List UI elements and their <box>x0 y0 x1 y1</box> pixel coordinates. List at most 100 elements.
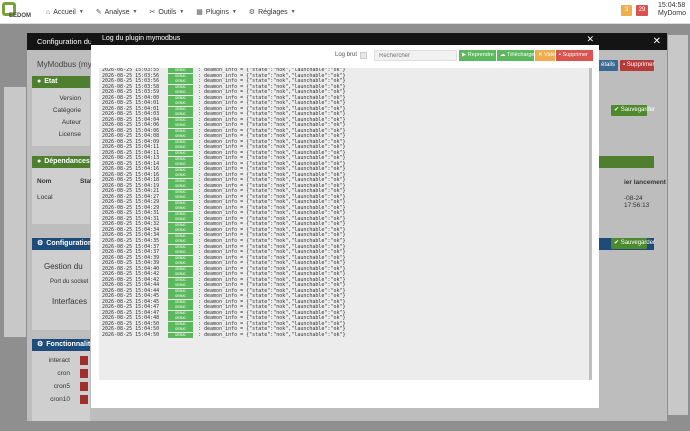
dependances-title: Dépendances <box>44 158 90 165</box>
func-interact-status <box>80 356 88 365</box>
log-brut-checkbox[interactable] <box>360 52 367 59</box>
sauvegarder-button[interactable]: ✔ Sauvegarder <box>611 105 655 116</box>
log-brut-label: Log brut <box>335 52 358 58</box>
menu-analyse[interactable]: ✎ Analyse ▼ <box>90 0 144 24</box>
main-menu: ⌂ Accueil ▼ ✎ Analyse ▼ ✂ Outils ▼ ▦ Plu… <box>40 0 302 24</box>
telecharger-button[interactable]: ☁ Télécharger <box>497 50 537 61</box>
circle-icon: ● <box>37 158 42 165</box>
func-cron-status <box>80 369 88 378</box>
log-scrollbar[interactable] <box>589 68 592 380</box>
log-level-badge: DEBUG <box>168 277 193 283</box>
log-level-badge: DEBUG <box>168 178 193 184</box>
log-level-badge: DEBUG <box>168 217 193 223</box>
auteur-label: Auteur <box>61 119 81 126</box>
log-level-badge: DEBUG <box>168 228 193 234</box>
warning-badge[interactable]: 3 <box>620 4 632 16</box>
dependances-section-header-right <box>599 156 654 168</box>
telecharger-label: Télécharger <box>506 52 537 58</box>
log-level-badge: DEBUG <box>168 333 193 338</box>
log-level-badge: DEBUG <box>168 206 193 212</box>
etat-title: Etat <box>44 78 58 85</box>
scrollbar-thumb[interactable] <box>589 68 592 380</box>
log-level-badge: DEBUG <box>168 189 193 195</box>
caret-down-icon: ▼ <box>179 9 185 15</box>
log-level-badge: DEBUG <box>168 283 193 289</box>
fonctionnalites-section-header: ⚙ Fonctionnalité <box>32 339 94 351</box>
caret-down-icon: ▼ <box>78 9 84 15</box>
details-button[interactable]: étails <box>598 60 618 71</box>
log-content[interactable]: 2026-08-25 15:03:55 DEBUG: deamon_info = … <box>99 68 592 380</box>
log-level-badge: DEBUG <box>168 150 193 156</box>
func-interact: interact <box>48 357 70 364</box>
log-level-badge: DEBUG <box>168 327 193 333</box>
configuration-modal-title: Configuration du <box>37 37 93 46</box>
error-badge[interactable]: 29 <box>635 4 648 16</box>
close-icon[interactable]: ✕ <box>586 33 594 45</box>
log-level-badge: DEBUG <box>168 294 193 300</box>
navbar-right: 3 29 15:04:58 MyDomo <box>620 2 686 18</box>
log-lines: 2026-08-25 15:03:55 DEBUG: deamon_info = … <box>99 68 592 338</box>
log-level-badge: DEBUG <box>168 310 193 316</box>
vider-button[interactable]: ✕ Vider <box>535 50 557 61</box>
menu-label: Réglages <box>258 8 288 16</box>
log-level-badge: DEBUG <box>168 200 193 206</box>
log-level-badge: DEBUG <box>168 101 193 107</box>
log-level-badge: DEBUG <box>168 222 193 228</box>
sauvegarder-label: Sauvegarder <box>620 240 656 246</box>
menu-plugins[interactable]: ▦ Plugins ▼ <box>190 0 243 24</box>
check-icon: ✔ <box>614 107 621 113</box>
supprimer-label: Supprimer <box>562 52 588 58</box>
supprimer-plugin-button[interactable]: ▪ Supprimer <box>620 60 654 71</box>
log-level-badge: DEBUG <box>168 106 193 112</box>
sauvegarder-config-button[interactable]: ✔ Sauvegarder <box>611 238 655 249</box>
version-label: Version <box>59 95 81 102</box>
dependances-section-header: ● Dépendances <box>32 156 90 168</box>
menu-outils[interactable]: ✂ Outils ▼ <box>144 0 191 24</box>
home-icon: ⌂ <box>46 8 51 16</box>
log-level-badge: DEBUG <box>168 167 193 173</box>
vider-label: Vider <box>544 52 557 58</box>
configuration-section-body: Gestion du Port du socket Interfaces <box>32 250 90 330</box>
func-cron5: cron5 <box>53 383 70 390</box>
license-label: License <box>58 131 81 138</box>
circle-icon: ● <box>37 78 42 85</box>
plugin-name: MyModbus (my <box>37 60 92 69</box>
interfaces-label: Interfaces <box>52 297 88 306</box>
log-level-badge: DEBUG <box>168 95 193 101</box>
log-level-badge: DEBUG <box>168 145 193 151</box>
func-cron10: cron10 <box>50 396 70 403</box>
reprendre-button[interactable]: ▶ Reprendre <box>459 50 496 61</box>
caret-down-icon: ▼ <box>132 9 138 15</box>
categorie-label: Catégorie <box>52 107 81 114</box>
supprimer-log-button[interactable]: ▪ Supprimer <box>556 50 593 61</box>
func-cron5-status <box>80 382 88 391</box>
log-toolbar: Log brut ▶ Reprendre ☁ Télécharger ✕ Vid… <box>91 50 599 62</box>
log-level-badge: DEBUG <box>168 195 193 201</box>
close-icon[interactable]: ✕ <box>653 33 661 50</box>
menu-reglages[interactable]: ⚙ Réglages ▼ <box>243 0 302 24</box>
log-modal-title: Log du plugin mymodbus <box>102 35 181 42</box>
log-level-badge: DEBUG <box>168 305 193 311</box>
menu-label: Accueil <box>53 8 76 16</box>
log-level-badge: DEBUG <box>168 156 193 162</box>
log-search-input[interactable] <box>374 50 457 61</box>
cloud-download-icon: ☁ <box>500 52 507 58</box>
log-level-badge: DEBUG <box>168 117 193 123</box>
jeedom-logo[interactable]: EEDOM <box>2 2 34 22</box>
clock-time: 15:04:58 <box>657 2 686 9</box>
func-cron10-status <box>80 395 88 404</box>
menu-label: Analyse <box>104 8 130 16</box>
log-message: : deamon_info = {"state":"nok","launchab… <box>198 331 346 338</box>
log-level-badge: DEBUG <box>168 84 193 90</box>
log-modal: Log du plugin mymodbus ✕ Log brut ▶ Repr… <box>91 33 599 408</box>
log-level-badge: DEBUG <box>168 266 193 272</box>
dernier-lancement-date: -08-24 17:56:13 <box>624 195 650 209</box>
gears-icon: ⚙ <box>248 9 256 16</box>
dep-row-local: Local <box>37 194 53 201</box>
check-icon: ✔ <box>614 240 621 246</box>
log-level-badge: DEBUG <box>168 73 193 79</box>
log-level-badge: DEBUG <box>168 261 193 267</box>
log-level-badge: DEBUG <box>168 288 193 294</box>
bg-right-column <box>668 35 688 415</box>
menu-accueil[interactable]: ⌂ Accueil ▼ <box>40 0 90 24</box>
